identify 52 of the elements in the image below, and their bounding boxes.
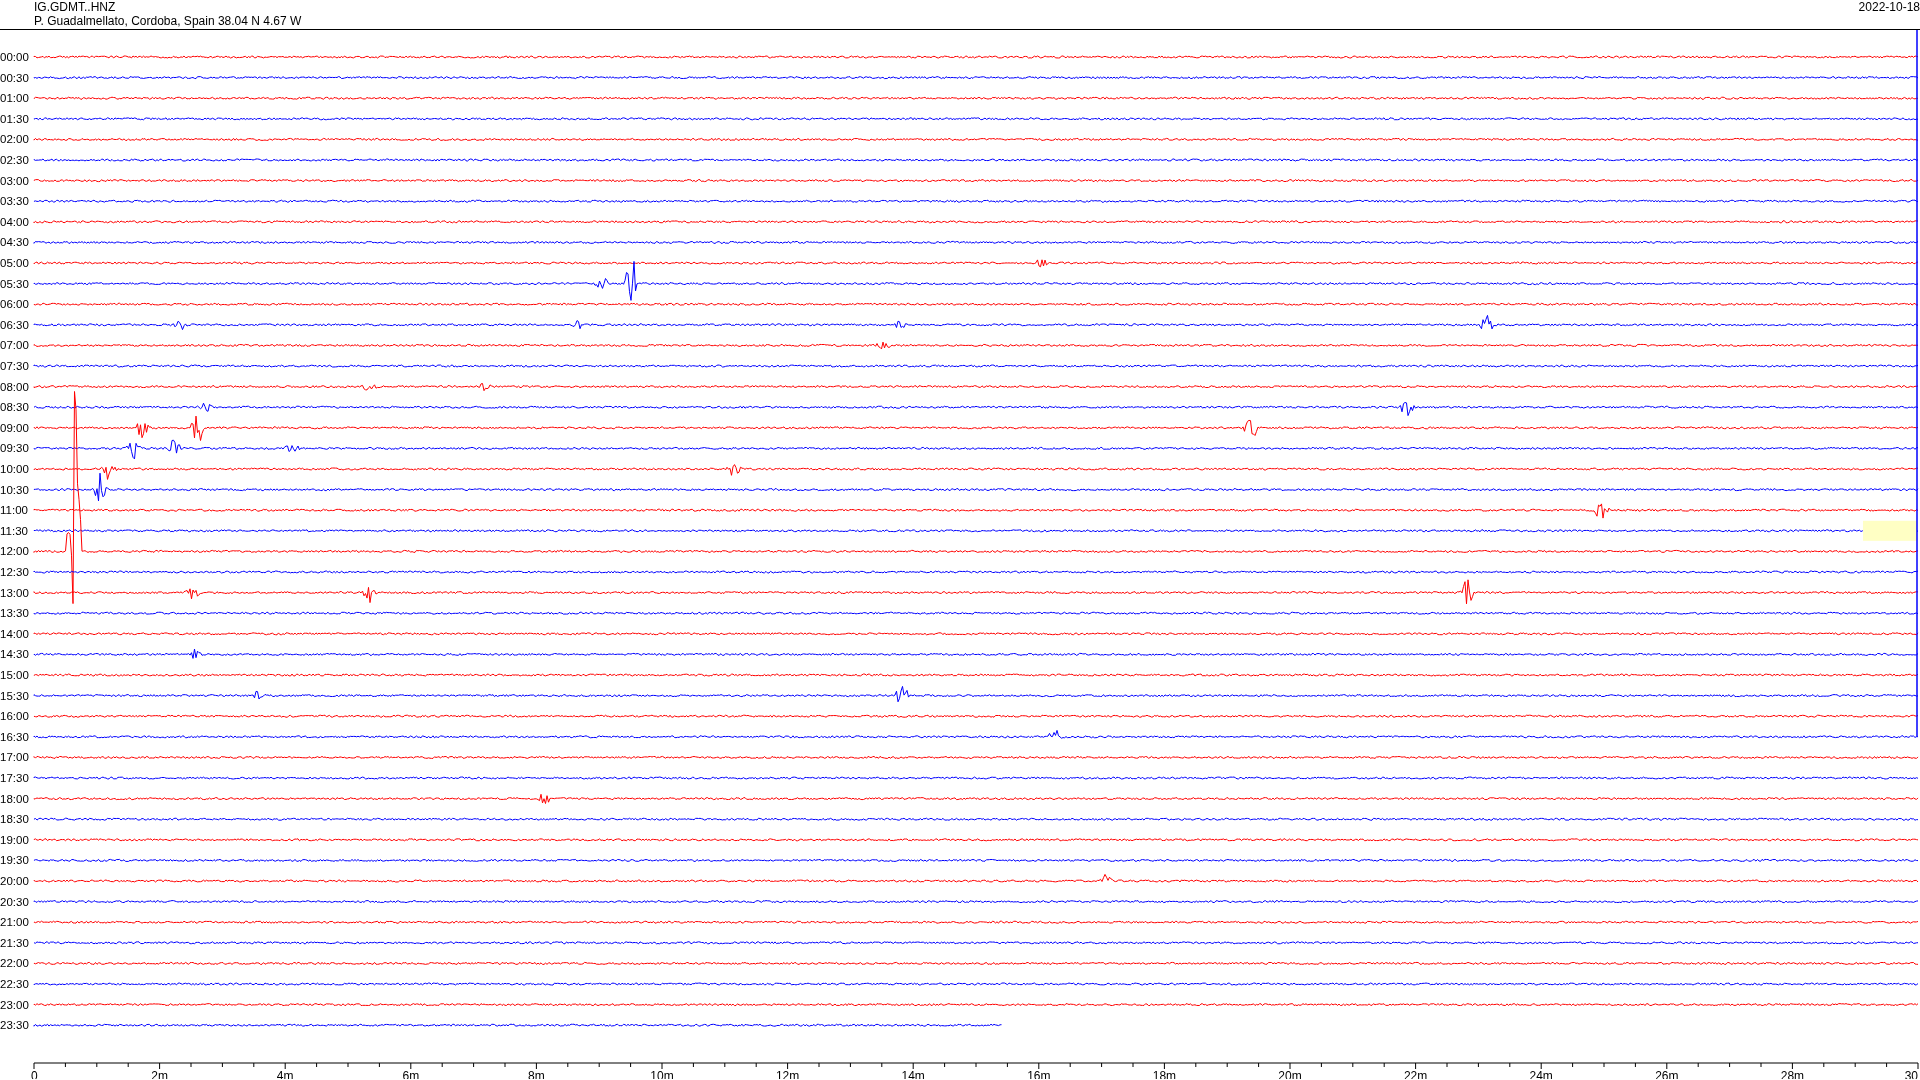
time-label: 05:30 [0,277,29,290]
time-label: 10:00 [0,463,29,475]
time-label: 00:30 [0,71,29,84]
time-label: 21:00 [0,916,29,929]
time-label: 22:00 [0,957,29,970]
time-label: 12:00 [0,545,29,558]
time-label: 08:30 [0,401,29,414]
time-label: 02:30 [0,154,29,166]
time-label: 18:00 [0,792,29,805]
station-location: P. Guadalmellato, Cordoba, Spain 38.04 N 4.67 W [34,14,302,28]
time-label: 16:30 [0,730,29,743]
time-label: 23:00 [0,998,29,1011]
time-label: 03:00 [0,174,29,187]
time-label: 06:00 [0,298,29,311]
time-label: 19:00 [0,833,29,846]
time-label: 01:00 [0,92,29,105]
time-label: 09:00 [0,421,29,434]
time-label: 17:00 [0,751,29,764]
plot-date: 2022-10-18 [1858,0,1920,16]
time-label: 00:00 [0,51,29,63]
time-label: 09:30 [0,442,29,455]
time-label: 02:00 [0,133,29,146]
time-label: 19:30 [0,854,29,867]
time-label: 15:00 [0,669,29,681]
time-label: 23:30 [0,1019,29,1032]
time-label: 11:00 [0,504,28,517]
time-label: 16:00 [0,710,29,723]
station-code: IG.GDMT..HNZ [34,0,117,14]
time-label: 20:00 [0,875,29,887]
time-label: 14:30 [0,648,29,661]
time-label: 14:00 [0,627,29,640]
time-label: 20:30 [0,895,29,908]
time-label: 04:00 [0,215,29,228]
time-label: 21:30 [0,936,29,949]
time-label: 03:30 [0,195,29,208]
time-label: 13:30 [0,607,29,620]
time-label: 17:30 [0,772,29,784]
time-label: 15:30 [0,689,29,702]
time-label: 11:30 [0,524,28,537]
time-label: 13:00 [0,586,29,599]
time-label: 04:30 [0,236,29,249]
time-label: 01:30 [0,112,29,125]
time-label: 05:00 [0,257,29,269]
time-label: 08:00 [0,380,29,393]
time-label: 18:30 [0,813,29,826]
time-label: 12:30 [0,566,29,578]
time-label: 07:00 [0,339,29,352]
time-label: 10:30 [0,483,29,496]
time-label: 06:30 [0,318,29,331]
time-label: 22:30 [0,978,29,990]
highlight-marker [1863,520,1917,541]
time-label: 07:30 [0,360,29,372]
